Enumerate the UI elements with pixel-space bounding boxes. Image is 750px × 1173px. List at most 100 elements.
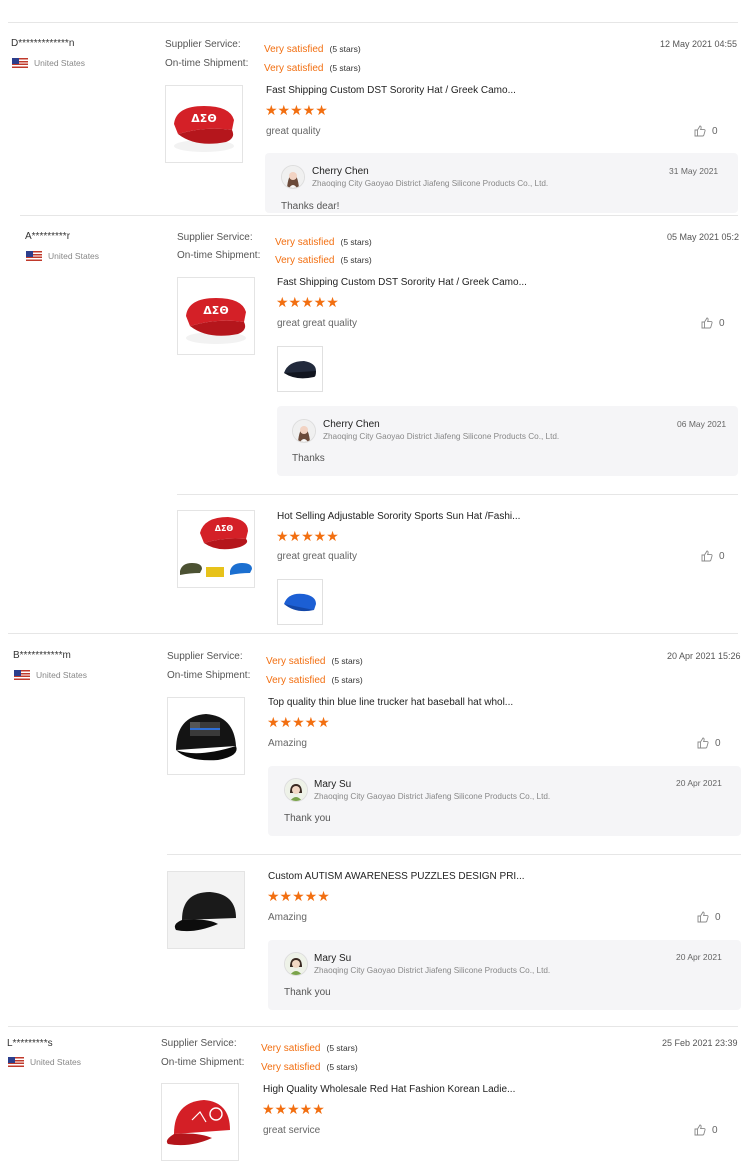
divider <box>8 22 738 23</box>
country-label: United States <box>30 1057 82 1067</box>
review-comment: Amazing <box>268 912 307 923</box>
country-label: United States <box>48 251 100 261</box>
divider <box>8 1026 738 1027</box>
buyer-name: L*********s <box>7 1038 53 1049</box>
product-image[interactable] <box>167 871 245 949</box>
supplier-reply: Mary Su Zhaoqing City Gaoyao District Ji… <box>268 940 741 1010</box>
reply-text: Thanks dear! <box>281 201 340 212</box>
supplier-reply: Cherry Chen Zhaoqing City Gaoyao Distric… <box>265 153 738 213</box>
us-flag-icon <box>14 670 30 680</box>
like-count: 0 <box>712 1124 718 1136</box>
reply-company: Zhaoqing City Gaoyao District Jiafeng Si… <box>312 179 549 188</box>
product-image[interactable] <box>161 1083 239 1161</box>
ontime-shipment-label: On-time Shipment: <box>167 670 251 681</box>
like-button[interactable]: 0 <box>697 911 721 923</box>
supplier-service-rating: Very satisfied (5 stars) <box>266 651 363 669</box>
reply-text: Thank you <box>284 813 331 824</box>
country-label: United States <box>34 58 86 68</box>
ontime-shipment-rating: Very satisfied (5 stars) <box>266 670 363 688</box>
reply-name: Cherry Chen <box>312 166 369 177</box>
product-title-link[interactable]: High Quality Wholesale Red Hat Fashion K… <box>263 1084 515 1095</box>
ontime-shipment-label: On-time Shipment: <box>165 58 249 69</box>
reply-date: 20 Apr 2021 <box>676 952 722 962</box>
reply-date: 06 May 2021 <box>677 419 727 429</box>
supplier-service-rating: Very satisfied (5 stars) <box>264 39 361 57</box>
ontime-shipment-rating: Very satisfied (5 stars) <box>275 250 372 268</box>
product-star-rating: ★★★★★ <box>276 528 339 544</box>
rating-stars-text: (5 stars) <box>329 63 361 73</box>
supplier-reply: Mary Su Zhaoqing City Gaoyao District Ji… <box>268 766 741 836</box>
reply-company: Zhaoqing City Gaoyao District Jiafeng Si… <box>314 966 551 975</box>
supplier-service-rating: Very satisfied (5 stars) <box>261 1038 358 1056</box>
product-title-link[interactable]: Hot Selling Adjustable Sorority Sports S… <box>277 511 520 522</box>
ontime-shipment-label: On-time Shipment: <box>177 250 261 261</box>
supplier-service-label: Supplier Service: <box>161 1038 237 1049</box>
product-title-link[interactable]: Fast Shipping Custom DST Sorority Hat / … <box>277 277 527 288</box>
supplier-avatar <box>281 165 305 189</box>
thumbs-up-icon <box>701 317 713 329</box>
us-flag-icon <box>8 1057 24 1067</box>
buyer-photo[interactable] <box>277 579 323 625</box>
review-comment: great great quality <box>277 551 358 562</box>
rating-text: Very satisfied <box>266 656 326 667</box>
reply-name: Mary Su <box>314 953 352 964</box>
supplier-avatar <box>284 952 308 976</box>
review-comment: Amazing <box>268 738 307 749</box>
reply-text: Thanks <box>292 453 325 464</box>
like-count: 0 <box>712 125 718 137</box>
product-title-link[interactable]: Top quality thin blue line trucker hat b… <box>268 697 513 708</box>
reply-name: Mary Su <box>314 779 352 790</box>
divider <box>177 494 738 495</box>
like-count: 0 <box>719 550 725 562</box>
like-count: 0 <box>719 317 725 329</box>
buyer-country: United States <box>12 58 85 68</box>
like-count: 0 <box>715 911 721 923</box>
buyer-country: United States <box>26 251 99 261</box>
product-image[interactable] <box>177 510 255 588</box>
rating-text: Very satisfied <box>275 255 335 266</box>
product-star-rating: ★★★★★ <box>265 102 328 118</box>
like-button[interactable]: 0 <box>694 1124 718 1136</box>
product-image[interactable] <box>165 85 243 163</box>
product-title-link[interactable]: Fast Shipping Custom DST Sorority Hat / … <box>266 85 516 96</box>
supplier-avatar <box>292 419 316 443</box>
country-label: United States <box>36 670 88 680</box>
review-date: 12 May 2021 04:55 <box>660 39 738 49</box>
like-count: 0 <box>715 737 721 749</box>
thumbs-up-icon <box>697 911 709 923</box>
divider <box>167 854 741 855</box>
review-date: 05 May 2021 05:2 <box>667 232 740 242</box>
review-comment: great service <box>263 1125 321 1136</box>
ontime-shipment-rating: Very satisfied (5 stars) <box>261 1057 358 1075</box>
reply-text: Thank you <box>284 987 331 998</box>
rating-text: Very satisfied <box>266 675 326 686</box>
supplier-avatar <box>284 778 308 802</box>
product-star-rating: ★★★★★ <box>267 888 330 904</box>
rating-text: Very satisfied <box>275 237 335 248</box>
thumbs-up-icon <box>694 125 706 137</box>
rating-stars-text: (5 stars) <box>340 237 372 247</box>
like-button[interactable]: 0 <box>701 317 725 329</box>
rating-stars-text: (5 stars) <box>331 675 363 685</box>
review-date: 25 Feb 2021 23:39 <box>662 1038 738 1048</box>
like-button[interactable]: 0 <box>701 550 725 562</box>
like-button[interactable]: 0 <box>697 737 721 749</box>
product-image[interactable] <box>167 697 245 775</box>
product-image[interactable] <box>177 277 255 355</box>
review-date: 20 Apr 2021 15:26 <box>667 651 741 661</box>
rating-stars-text: (5 stars) <box>331 656 363 666</box>
buyer-name: B***********m <box>13 650 71 661</box>
product-title-link[interactable]: Custom AUTISM AWARENESS PUZZLES DESIGN P… <box>268 871 525 882</box>
buyer-photo[interactable] <box>277 346 323 392</box>
like-button[interactable]: 0 <box>694 125 718 137</box>
supplier-service-label: Supplier Service: <box>165 39 241 50</box>
product-star-rating: ★★★★★ <box>267 714 330 730</box>
rating-text: Very satisfied <box>264 44 324 55</box>
ontime-shipment-rating: Very satisfied (5 stars) <box>264 58 361 76</box>
reply-date: 31 May 2021 <box>669 166 719 176</box>
buyer-name: A*********r <box>25 231 71 242</box>
thumbs-up-icon <box>701 550 713 562</box>
reply-company: Zhaoqing City Gaoyao District Jiafeng Si… <box>314 792 551 801</box>
reply-name: Cherry Chen <box>323 419 380 430</box>
divider <box>20 215 738 216</box>
